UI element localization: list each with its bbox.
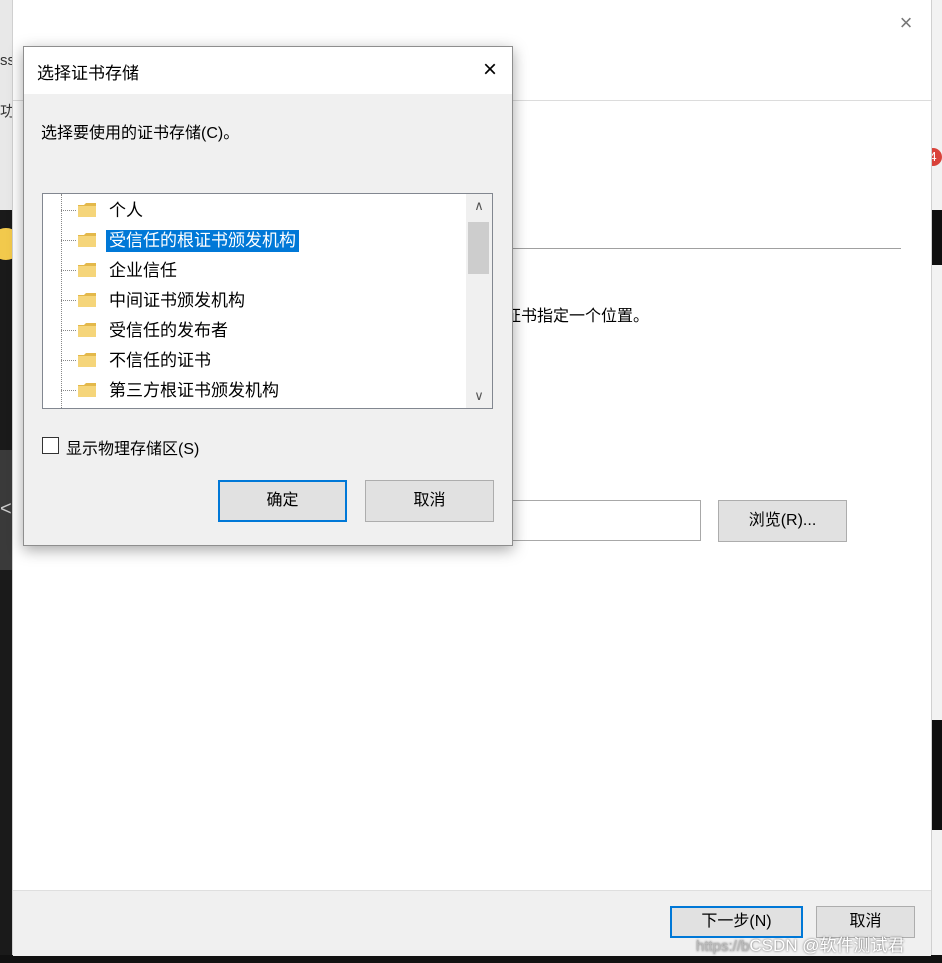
watermark-text: CSDN @软件测试君 bbox=[749, 936, 905, 955]
tree-connector bbox=[61, 300, 76, 301]
tree-item-label: 第三方根证书颁发机构 bbox=[109, 381, 279, 400]
tree-connector bbox=[61, 360, 76, 361]
tree-item-label: 个人 bbox=[109, 201, 143, 220]
tree-item[interactable]: 个人 bbox=[43, 196, 463, 226]
folder-icon bbox=[78, 323, 96, 337]
folder-icon bbox=[78, 233, 96, 247]
chevron-left-icon: < bbox=[0, 498, 12, 520]
scrollbar[interactable]: ∧ ∨ bbox=[466, 194, 492, 408]
tree-item[interactable]: 第三方根证书颁发机构 bbox=[43, 376, 463, 406]
tree-connector bbox=[61, 330, 76, 331]
checkbox-icon[interactable] bbox=[42, 437, 59, 454]
dialog-title: 选择证书存储 bbox=[37, 64, 139, 83]
watermark-prefix: https://b bbox=[696, 938, 750, 955]
folder-icon bbox=[78, 293, 96, 307]
tree-connector bbox=[61, 390, 76, 391]
dialog-prompt: 选择要使用的证书存储(C)。 bbox=[41, 125, 240, 142]
show-physical-stores-label: 显示物理存储区(S) bbox=[66, 441, 200, 458]
close-icon[interactable]: × bbox=[478, 58, 502, 82]
folder-icon bbox=[78, 203, 96, 217]
close-icon[interactable]: × bbox=[895, 12, 917, 34]
tree-item[interactable]: 中间证书颁发机构 bbox=[43, 286, 463, 316]
tree-item-label: 受信任的发布者 bbox=[109, 321, 228, 340]
tree-connector bbox=[61, 240, 76, 241]
browse-button[interactable]: 浏览(R)... bbox=[718, 500, 847, 542]
folder-icon bbox=[78, 353, 96, 367]
chevron-up-icon[interactable]: ∧ bbox=[466, 194, 492, 218]
divider bbox=[503, 248, 901, 249]
tree-item[interactable]: 企业信任 bbox=[43, 256, 463, 286]
location-description: 证书指定一个位置。 bbox=[505, 308, 650, 325]
dialog-titlebar: 选择证书存储 × bbox=[24, 47, 512, 94]
background-bottom bbox=[0, 955, 942, 963]
tree-item[interactable]: 受信任的发布者 bbox=[43, 316, 463, 346]
select-certificate-store-dialog: 选择证书存储 × 选择要使用的证书存储(C)。 个人受信任的根证书颁发机构 企业信… bbox=[23, 46, 513, 546]
ok-button[interactable]: 确定 bbox=[218, 480, 347, 522]
certificate-store-tree[interactable]: 个人受信任的根证书颁发机构 企业信任中间证书颁发机构 受信任的发布者 不信任的证书第三… bbox=[42, 193, 493, 409]
tree-connector bbox=[61, 270, 76, 271]
dialog-cancel-button[interactable]: 取消 bbox=[365, 480, 494, 522]
tree-item-label: 中间证书颁发机构 bbox=[109, 291, 245, 310]
watermark: https://bCSDN @软件测试君 bbox=[696, 931, 905, 956]
tree-item[interactable]: 受信任的根证书颁发机构 bbox=[43, 226, 463, 256]
chevron-down-icon[interactable]: ∨ bbox=[466, 384, 492, 408]
tree-item-label: 受信任的根证书颁发机构 bbox=[106, 230, 299, 252]
tree-item-label: 不信任的证书 bbox=[109, 351, 211, 370]
scroll-thumb[interactable] bbox=[468, 222, 489, 274]
tree-item[interactable]: 不信任的证书 bbox=[43, 346, 463, 376]
folder-icon bbox=[78, 383, 96, 397]
tree-connector bbox=[61, 210, 76, 211]
folder-icon bbox=[78, 263, 96, 277]
store-path-input[interactable] bbox=[503, 500, 701, 541]
tree-item-label: 企业信任 bbox=[109, 261, 177, 280]
